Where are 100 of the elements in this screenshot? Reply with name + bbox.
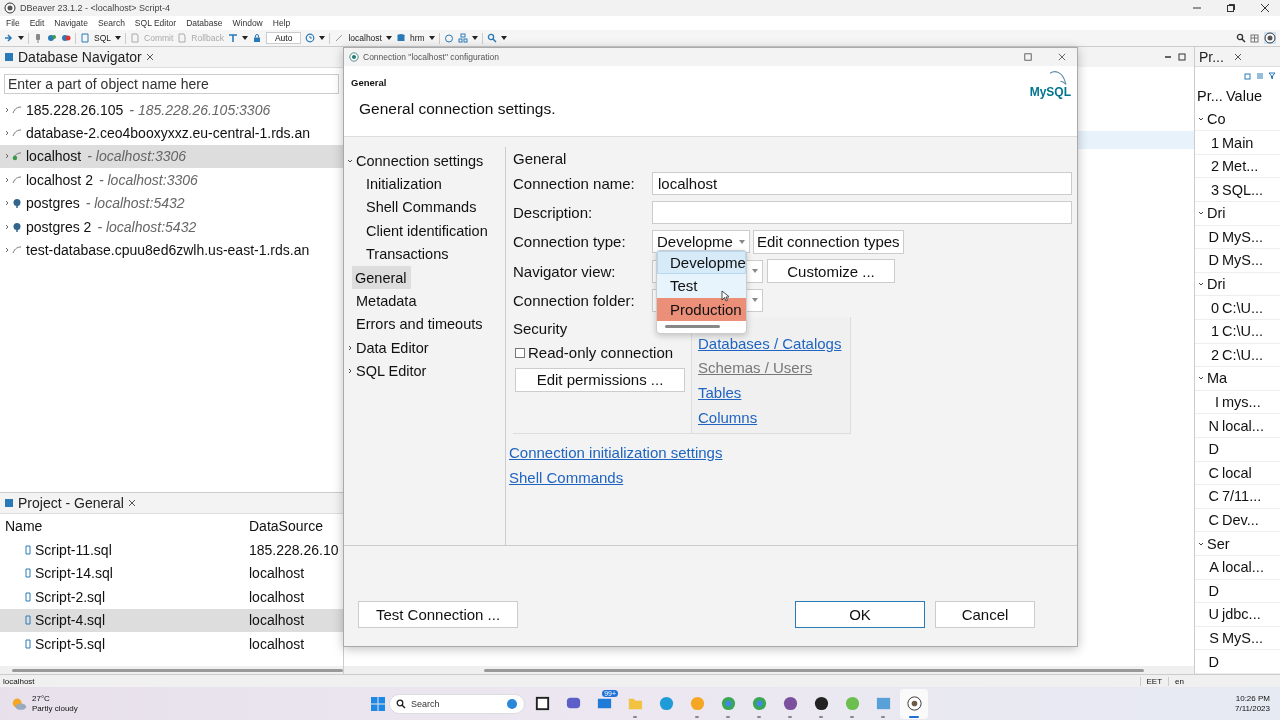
lock-icon[interactable] xyxy=(251,33,262,43)
property-group[interactable]: Co xyxy=(1195,110,1226,127)
caret-icon[interactable] xyxy=(500,36,507,40)
filter-icon[interactable] xyxy=(1268,71,1276,80)
form-button[interactable]: Customize ... xyxy=(767,259,895,284)
menu-item[interactable]: Help xyxy=(272,18,291,28)
taskbar-app[interactable] xyxy=(900,688,928,719)
settings-tree-item[interactable]: Data Editor xyxy=(344,336,505,360)
taskbar-search-bar[interactable]: Search xyxy=(389,693,525,714)
property-group[interactable]: Ser xyxy=(1195,535,1230,552)
cancel-button[interactable]: Cancel xyxy=(935,600,1035,628)
chevron-icon[interactable] xyxy=(4,247,10,254)
maximize-icon[interactable] xyxy=(1178,53,1186,61)
settings-tree-item[interactable]: Connection settings xyxy=(344,149,505,173)
settings-tree-item[interactable]: Initialization xyxy=(344,172,505,196)
dropdown-option[interactable]: Production xyxy=(657,297,746,321)
chevron-icon[interactable] xyxy=(4,176,10,183)
commit-mode-field[interactable]: Auto xyxy=(265,32,302,44)
text-field[interactable]: localhost xyxy=(652,172,1072,196)
dropdown-option[interactable]: Test xyxy=(657,274,746,298)
form-button[interactable]: Edit connection types xyxy=(753,229,904,254)
script-row[interactable]: Script-14.sql localhost xyxy=(0,561,343,585)
script-row[interactable]: Script-4.sql localhost xyxy=(0,608,343,632)
script-row[interactable]: Script-2.sql localhost xyxy=(0,585,343,609)
settings-tree-item[interactable]: Errors and timeouts xyxy=(344,312,505,337)
dropdown-option[interactable]: Developme xyxy=(657,251,746,275)
text-field[interactable] xyxy=(652,201,1072,225)
beaver-icon[interactable] xyxy=(1264,32,1276,44)
checkbox[interactable] xyxy=(515,347,525,358)
connection-item[interactable]: test-database.cpuu8ed6zwlh.us-east-1.rds.an xyxy=(0,238,343,262)
column-header[interactable]: Value xyxy=(1225,88,1262,105)
clock-date[interactable]: 7/11/2023 xyxy=(1235,703,1270,714)
horizontal-scrollbar[interactable] xyxy=(0,666,343,674)
history-icon[interactable] xyxy=(305,33,316,43)
settings-link[interactable]: Connection initialization settings xyxy=(509,440,723,465)
chevron-icon[interactable] xyxy=(1198,375,1204,382)
checkbox-label[interactable]: Read-only connection xyxy=(528,344,674,362)
close-icon[interactable] xyxy=(145,53,154,61)
datasource-icon[interactable] xyxy=(334,33,345,43)
filter-link[interactable]: Tables xyxy=(698,380,742,405)
horizontal-scrollbar[interactable] xyxy=(344,666,1194,674)
property-group[interactable]: Dri xyxy=(1195,276,1226,293)
property-group[interactable]: Dri xyxy=(1195,205,1226,222)
settings-tree-item[interactable]: General xyxy=(352,265,411,290)
schema-selector[interactable]: hrm xyxy=(409,33,425,43)
menu-item[interactable]: Navigate xyxy=(54,18,88,28)
edit-permissions-button[interactable]: Edit permissions ... xyxy=(515,367,685,392)
status-item[interactable]: en xyxy=(1168,676,1190,686)
menu-item[interactable]: Edit xyxy=(29,18,45,28)
settings-tree-item[interactable]: Shell Commands xyxy=(344,195,505,220)
disconnect-icon[interactable] xyxy=(61,33,71,43)
caret-icon[interactable] xyxy=(385,36,392,40)
connection-item[interactable]: postgres - localhost:5432 xyxy=(0,191,343,215)
menu-item[interactable]: Database xyxy=(186,18,223,28)
caret-icon[interactable] xyxy=(18,36,24,40)
navigator-icon[interactable] xyxy=(4,33,14,43)
filter-field[interactable]: Enter a part of object name here xyxy=(4,74,339,94)
chevron-icon[interactable] xyxy=(1198,281,1204,288)
filter-link[interactable]: Databases / Catalogs xyxy=(698,330,842,356)
export-icon[interactable] xyxy=(1244,71,1252,80)
connection-item[interactable]: localhost 2 - localhost:3306 xyxy=(0,168,343,192)
clock-time[interactable]: 10:26 PM xyxy=(1235,693,1270,704)
chevron-icon[interactable] xyxy=(4,200,10,207)
plug-icon[interactable] xyxy=(33,33,43,43)
close-icon[interactable] xyxy=(127,499,136,507)
chevron-icon[interactable] xyxy=(1198,540,1204,547)
settings-link[interactable]: Shell Commands xyxy=(509,464,624,490)
ok-button[interactable]: OK xyxy=(795,600,925,628)
close-icon[interactable] xyxy=(1233,52,1242,61)
chevron-icon[interactable] xyxy=(1198,210,1204,217)
menu-item[interactable]: File xyxy=(6,18,20,28)
start-button[interactable] xyxy=(370,695,386,712)
status-item[interactable]: EET xyxy=(1139,676,1169,686)
connect-icon[interactable] xyxy=(47,33,57,43)
caret-icon[interactable] xyxy=(471,36,478,40)
chevron-icon[interactable] xyxy=(4,223,10,230)
search-input[interactable]: Search xyxy=(411,698,501,709)
settings-tree-item[interactable]: Metadata xyxy=(344,289,505,313)
test-connection-button[interactable]: Test Connection ... xyxy=(358,600,518,628)
settings-tree-item[interactable]: Transactions xyxy=(344,242,505,266)
chevron-icon[interactable] xyxy=(4,106,10,113)
connection-item[interactable]: localhost - localhost:3306 xyxy=(0,144,343,169)
chevron-icon[interactable] xyxy=(4,153,10,160)
caret-icon[interactable] xyxy=(241,36,248,40)
caret-icon[interactable] xyxy=(115,36,121,40)
column-header[interactable]: DataSource xyxy=(249,518,343,534)
sql-editor-icon[interactable] xyxy=(80,33,90,43)
script-row[interactable]: Script-5.sql localhost xyxy=(0,632,343,656)
datasource-selector[interactable]: localhost xyxy=(348,33,382,43)
chevron-icon[interactable] xyxy=(1198,115,1204,122)
minimize-icon[interactable] xyxy=(1164,53,1172,61)
caret-icon[interactable] xyxy=(319,36,326,40)
menu-item[interactable]: SQL Editor xyxy=(134,18,177,28)
settings-tree-item[interactable]: Client identification xyxy=(344,219,505,243)
sql-button[interactable]: SQL xyxy=(94,33,111,43)
menu-item[interactable]: Search xyxy=(97,18,125,28)
connection-item[interactable]: postgres 2 - localhost:5432 xyxy=(0,214,343,239)
menu-item[interactable]: Window xyxy=(232,18,263,28)
caret-icon[interactable] xyxy=(428,36,435,40)
settings-tree-item[interactable]: SQL Editor xyxy=(344,359,505,383)
